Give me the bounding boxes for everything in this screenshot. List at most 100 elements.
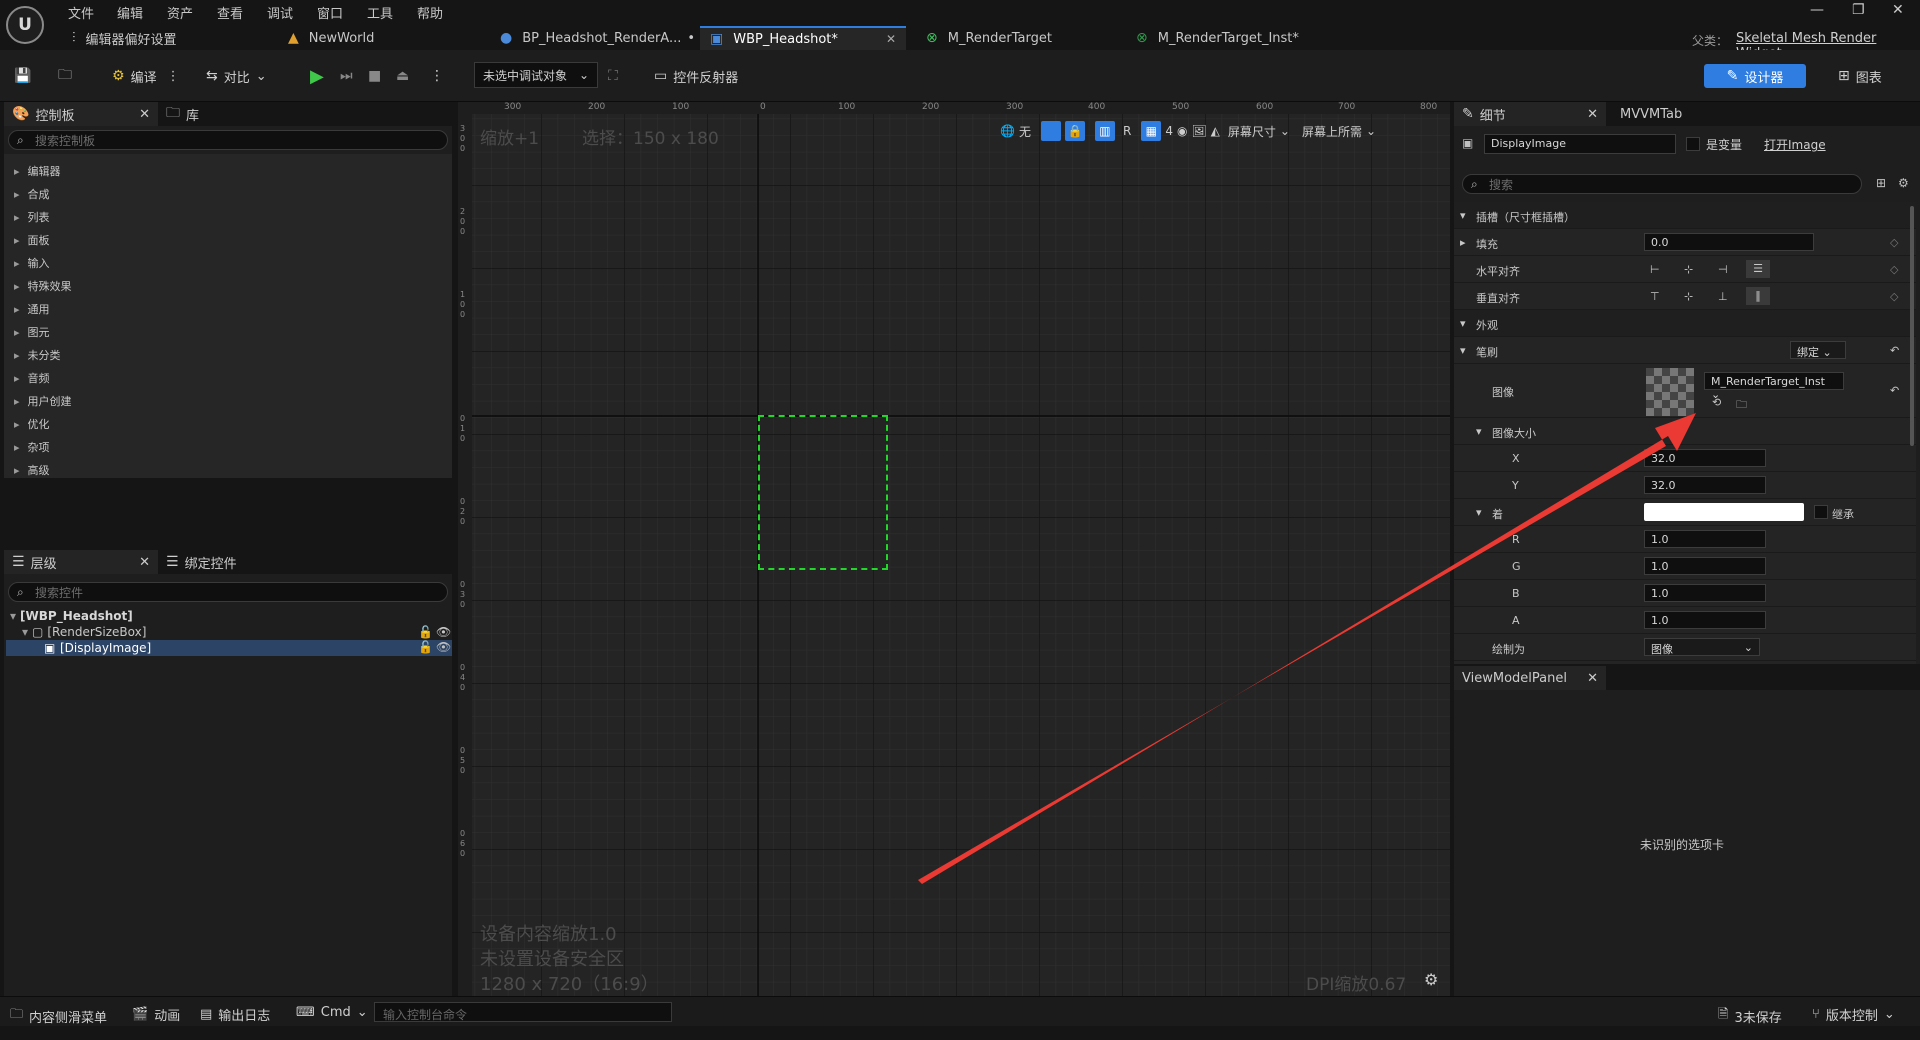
console-input[interactable]: 输入控制台命令 [374, 1002, 672, 1022]
menu-view[interactable]: 查看 [217, 3, 243, 22]
close-icon[interactable]: ✕ [1587, 107, 1598, 122]
menu-asset[interactable]: 资产 [167, 3, 193, 22]
lock-icon[interactable]: 🔓 [418, 640, 433, 654]
section-appearance[interactable]: ▾ 外观 [1454, 310, 1916, 337]
category-user-created[interactable]: 用户创建 [14, 393, 72, 409]
tab-m-rendertarget-inst[interactable]: ⊗ M_RenderTarget_Inst* [1126, 26, 1336, 50]
menu-help[interactable]: 帮助 [417, 3, 443, 22]
table-view-icon[interactable]: ⊞ [1876, 176, 1886, 190]
image-preview-icon[interactable]: 🖼 [1191, 124, 1206, 138]
selected-widget-outline[interactable] [758, 415, 888, 570]
inherit-checkbox[interactable] [1814, 505, 1828, 519]
tab-details[interactable]: ✎ 细节 ✕ [1454, 102, 1606, 126]
tab-wbp-headshot[interactable]: ▣ WBP_Headshot* ✕ [700, 26, 906, 50]
reset-zoom-button[interactable]: R [1123, 124, 1131, 138]
draw-as-dropdown[interactable]: 图像 ⌄ [1644, 638, 1760, 656]
tab-palette[interactable]: 🎨 控制板 ✕ [4, 102, 158, 126]
designer-viewport[interactable]: 300 200 100 0 100 200 300 400 500 600 70… [458, 102, 1450, 996]
outline-icon[interactable]: ▥ [1094, 121, 1115, 141]
debug-filter-icon[interactable]: ⛶ [608, 64, 618, 88]
screen-size-dropdown[interactable]: 屏幕尺寸 [1228, 123, 1276, 140]
menu-edit[interactable]: 编辑 [117, 3, 143, 22]
settings-icon[interactable]: ⚙ [1898, 176, 1909, 190]
chevron-down-icon[interactable]: ▾ [1460, 344, 1466, 357]
tree-root[interactable]: ▾ [WBP_Headshot] [10, 609, 133, 623]
close-icon[interactable]: ✕ [139, 555, 150, 570]
animation-button[interactable]: 🎬 动画 [132, 1005, 180, 1024]
globe-icon[interactable]: 🌐 [1000, 124, 1015, 138]
close-icon[interactable]: ✕ [1587, 671, 1598, 686]
section-slot[interactable]: ▾ 插槽（尺寸框插槽） [1454, 202, 1916, 229]
tab-library[interactable]: 🗀 库 [158, 102, 238, 126]
grid-size-value[interactable]: 4 [1165, 124, 1173, 138]
designer-button[interactable]: ✎ 设计器 [1704, 64, 1806, 88]
tab-mvvm[interactable]: MVVMTab [1612, 102, 1692, 126]
bind-dropdown[interactable]: 绑定 ⌄ [1790, 341, 1846, 359]
category-effects[interactable]: 特殊效果 [14, 278, 72, 294]
close-window-icon[interactable]: ✕ [1892, 2, 1904, 18]
diff-button[interactable]: ⇆ 对比 ⌄ [206, 64, 267, 88]
menu-file[interactable]: 文件 [68, 3, 94, 22]
restore-icon[interactable]: ❐ [1852, 2, 1865, 18]
align-center-icon[interactable]: ⊹ [1684, 263, 1693, 276]
tint-r-field[interactable]: 1.0 [1644, 530, 1766, 548]
open-image-link[interactable]: 打开Image [1764, 136, 1826, 153]
chevron-down-icon[interactable]: ▾ [1476, 425, 1482, 438]
is-variable-checkbox[interactable] [1686, 137, 1700, 151]
debug-target-dropdown[interactable]: 未选中调试对象 ⌄ [474, 62, 598, 88]
more-options-icon[interactable]: ⋮ [430, 64, 444, 88]
reset-arrow-icon[interactable]: ↶ [1890, 384, 1899, 397]
menu-tools[interactable]: 工具 [367, 3, 393, 22]
eye-icon[interactable]: 👁 [436, 640, 451, 654]
palette-search-input[interactable]: ⌕ 搜索控制板 [8, 130, 448, 150]
keyframe-icon[interactable]: ◇ [1890, 236, 1898, 249]
lock-icon[interactable]: 🔒 [1064, 121, 1085, 141]
tab-bp-headshot[interactable]: ● BP_Headshot_RenderA... • [490, 26, 695, 50]
widget-name-field[interactable]: DisplayImage [1484, 134, 1676, 154]
valign-fill-icon[interactable]: ‖ [1746, 287, 1770, 305]
grid-snap-icon[interactable]: ▦ [1141, 121, 1162, 141]
close-icon[interactable]: ✕ [886, 32, 896, 46]
align-fill-icon[interactable]: ☰ [1746, 260, 1770, 278]
tab-bind-widgets[interactable]: ☰ 绑定控件 [158, 550, 268, 574]
size-x-field[interactable]: 32.0 [1644, 449, 1766, 467]
category-editor[interactable]: 编辑器 [14, 163, 61, 179]
minimize-icon[interactable]: — [1810, 2, 1824, 18]
eject-icon[interactable]: ⏏ [396, 64, 409, 88]
category-primitive[interactable]: 图元 [14, 324, 50, 340]
hierarchy-search-input[interactable]: ⌕ 搜索控件 [8, 582, 448, 602]
padding-field[interactable]: 0.0 [1644, 233, 1814, 251]
tint-a-field[interactable]: 1.0 [1644, 611, 1766, 629]
align-middle-icon[interactable]: ⊹ [1684, 290, 1693, 303]
compile-button[interactable]: ⚙ 编译 ⋮ [112, 64, 180, 88]
category-common[interactable]: 通用 [14, 301, 50, 317]
more-icon[interactable]: ⋮ [167, 69, 180, 84]
image-thumbnail[interactable] [1646, 368, 1694, 416]
tint-g-field[interactable]: 1.0 [1644, 557, 1766, 575]
details-search-input[interactable]: ⌕ 搜索 [1462, 174, 1862, 194]
tint-color-swatch[interactable] [1644, 503, 1804, 521]
image-asset-dropdown[interactable]: M_RenderTarget_Inst ⌄ [1704, 372, 1844, 401]
category-composite[interactable]: 合成 [14, 186, 50, 202]
category-misc[interactable]: 杂项 [14, 439, 50, 455]
category-optimization[interactable]: 优化 [14, 416, 50, 432]
category-audio[interactable]: 音频 [14, 370, 50, 386]
category-input[interactable]: 输入 [14, 255, 50, 271]
menu-window[interactable]: 窗口 [317, 3, 343, 22]
graph-button[interactable]: ⊞ 图表 [1838, 64, 1882, 88]
category-panel[interactable]: 面板 [14, 232, 50, 248]
align-bottom-icon[interactable]: ⊥ [1718, 290, 1728, 303]
category-uncategorized[interactable]: 未分类 [14, 347, 61, 363]
tree-item-displayimage[interactable]: ▣ [DisplayImage] 🔓 👁 [6, 640, 452, 656]
widget-reflector-button[interactable]: ▭ 控件反射器 [654, 64, 738, 88]
tree-item-rendersizebox[interactable]: ▾ ▢ [RenderSizeBox] 🔓 👁 [22, 625, 452, 639]
keyframe-icon[interactable]: ◇ [1890, 263, 1898, 276]
tab-m-rendertarget[interactable]: ⊗ M_RenderTarget [916, 26, 1116, 50]
tab-editor-prefs[interactable]: ⫶ 编辑器偏好设置 [62, 26, 272, 50]
align-top-icon[interactable]: ⊤ [1650, 290, 1660, 303]
respect-locks-toggle[interactable] [1040, 121, 1061, 141]
keyframe-icon[interactable]: ◇ [1890, 290, 1898, 303]
category-list[interactable]: 列表 [14, 209, 50, 225]
details-scrollbar[interactable] [1910, 206, 1914, 446]
browse-icon[interactable]: 🗀 [58, 64, 72, 88]
